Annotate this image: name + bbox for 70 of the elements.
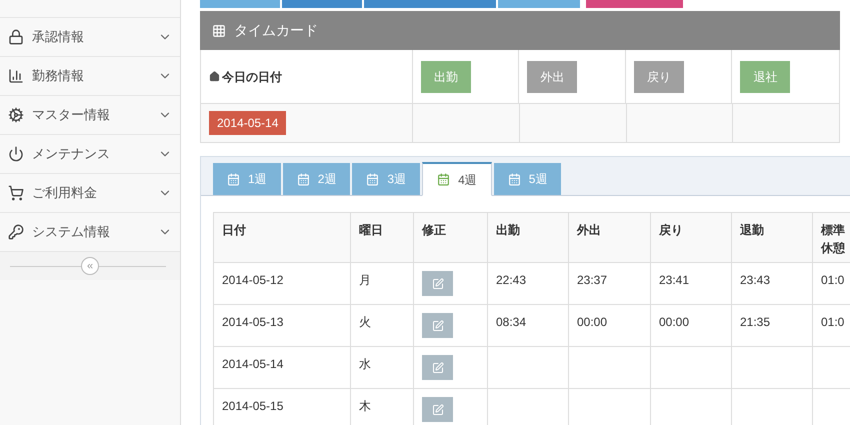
sidebar-item[interactable]: 承認情報 (0, 18, 180, 57)
punch-button[interactable]: 出勤 (420, 60, 471, 92)
edit-icon (432, 404, 444, 416)
table-cell: 00:00 (577, 315, 608, 329)
column-header: 外出 (577, 222, 601, 239)
edit-icon (432, 362, 444, 374)
table-cell: 2014-05-14 (222, 357, 284, 371)
gear-icon (8, 107, 24, 123)
sidebar-item[interactable]: マスター情報 (0, 96, 180, 135)
home-icon (209, 71, 220, 82)
lock-icon (8, 29, 24, 45)
sidebar-item[interactable]: メンテナンス (0, 135, 180, 174)
edit-button[interactable] (422, 397, 453, 422)
top-button[interactable] (586, 0, 683, 8)
top-button[interactable] (200, 0, 280, 8)
table-cell: 2014-05-15 (222, 399, 284, 413)
calendar-icon (296, 172, 310, 186)
week-tab[interactable]: 3週 (352, 163, 420, 195)
punch-button[interactable]: 外出 (527, 60, 578, 92)
edit-button[interactable] (422, 271, 453, 296)
edit-icon (432, 278, 444, 290)
panel-title: タイムカード (234, 21, 318, 40)
table-cell: 火 (359, 315, 371, 329)
column-header: 出勤 (496, 222, 520, 239)
edit-button[interactable] (422, 355, 453, 380)
column-header: 日付 (222, 222, 246, 239)
table-icon (212, 24, 226, 38)
table-cell: 2014-05-13 (222, 315, 284, 329)
power-icon (8, 146, 24, 162)
table-cell: 水 (359, 357, 371, 371)
table-cell: 23:43 (740, 273, 770, 287)
week-tab[interactable]: 1週 (213, 163, 281, 195)
column-header: 曜日 (359, 222, 383, 239)
sidebar-item[interactable]: ご利用料金 (0, 174, 180, 213)
sidebar-item[interactable]: 勤務情報 (0, 57, 180, 96)
column-header: 退勤 (740, 222, 764, 239)
week-tab[interactable]: 5週 (494, 163, 562, 195)
top-button[interactable] (364, 0, 496, 8)
today-label: 今日の日付 (222, 68, 282, 86)
collapse-button[interactable]: « (81, 257, 99, 275)
calendar-icon (366, 172, 380, 186)
key-icon (8, 224, 24, 240)
bar-chart-icon (8, 68, 24, 84)
table-cell: 23:37 (577, 273, 608, 287)
table-cell: 月 (359, 273, 371, 287)
table-cell: 00:00 (659, 315, 690, 329)
table-cell: 23:41 (659, 273, 690, 287)
calendar-icon (227, 172, 240, 186)
week-tab[interactable]: 4週 (422, 162, 492, 196)
edit-icon (432, 320, 444, 332)
today-date-badge: 2014-05-14 (209, 111, 286, 135)
top-button[interactable] (282, 0, 362, 8)
table-cell: 01:0 (821, 273, 844, 287)
table-cell: 21:35 (740, 315, 770, 329)
top-button[interactable] (498, 0, 580, 8)
column-header: 戻り (659, 222, 683, 239)
week-tab[interactable]: 2週 (282, 163, 350, 195)
table-cell: 08:34 (496, 315, 526, 329)
table-cell: 01:0 (821, 315, 844, 329)
table-cell: 22:43 (496, 273, 526, 287)
table-cell: 2014-05-12 (222, 273, 284, 287)
calendar-icon (437, 173, 450, 186)
punch-button[interactable]: 退社 (740, 60, 790, 92)
punch-button[interactable]: 戻り (634, 60, 684, 92)
table-cell: 木 (359, 399, 371, 413)
cart-icon (8, 185, 24, 201)
calendar-icon (508, 172, 521, 186)
column-header: 修正 (422, 222, 446, 239)
column-header: 標準休憩 (821, 222, 846, 257)
edit-button[interactable] (422, 313, 453, 338)
